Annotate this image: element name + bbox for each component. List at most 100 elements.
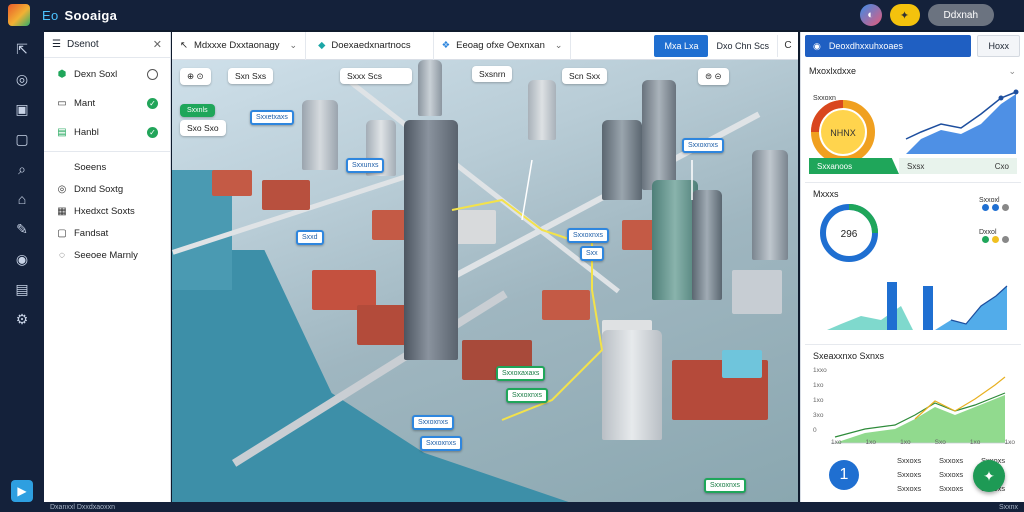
tools-icon[interactable]: ✎ <box>13 220 31 238</box>
building-icon: ▦ <box>57 205 67 217</box>
map-callout-green[interactable]: Sxxoxaxaxs <box>496 366 546 381</box>
image-icon[interactable]: ▤ <box>13 280 31 298</box>
close-icon[interactable]: ✕ <box>153 38 162 51</box>
refresh-button[interactable]: C <box>778 40 798 51</box>
filter-chip[interactable]: Sxxx Scs <box>340 68 412 84</box>
layer-chip[interactable]: Sxn Sxs <box>228 68 274 84</box>
y-axis-ticks: 1xxo 1xo 1xo 3xo 0 <box>813 363 827 438</box>
nav-item-scenes[interactable]: Soeens <box>44 156 170 178</box>
zoom-control[interactable]: ⊕ ⊙ <box>180 68 211 85</box>
chevron-down-icon: ⌄ <box>289 40 298 50</box>
notification-icon[interactable]: ✦ <box>889 4 920 26</box>
gauge-label: Sxxoxn <box>813 95 836 102</box>
dashboard-button-label: Deoxdhxxuhxoaes <box>828 41 903 51</box>
document-icon[interactable]: ▢ <box>13 130 31 148</box>
progress-right: Cxo <box>994 161 1009 171</box>
legend-2: Dxxol <box>979 229 1009 245</box>
map-callout[interactable]: Sxxoxnxs <box>682 138 724 153</box>
check-icon[interactable]: ✓ <box>147 98 158 109</box>
data-icon: ◆ <box>318 40 326 51</box>
location-icon[interactable]: ◎ <box>13 70 31 88</box>
assistant-fab[interactable]: ✦ <box>973 460 1005 492</box>
layer-toggle[interactable] <box>147 69 158 80</box>
dropdown-view[interactable]: ↖ Mdxxxe Dxxtaonagy ⌄ <box>172 31 307 60</box>
map-callout-green[interactable]: Sxxoxnxs <box>506 388 548 403</box>
dropdown-style-label: Eeoag ofxe Oexnxan <box>456 40 545 51</box>
panel-menu-icon[interactable]: ☰ <box>52 39 61 50</box>
nav-item-label: Dxnd Soxtg <box>74 183 124 195</box>
map-icon: ▭ <box>57 98 67 109</box>
bar <box>923 286 933 330</box>
account-button[interactable]: Ddxnah <box>927 4 994 26</box>
check-icon[interactable]: ✓ <box>147 127 158 138</box>
summary-cell: Sxxoxs <box>897 484 922 493</box>
layer-item-map[interactable]: ▭ Mant ✓ <box>44 89 170 118</box>
dropdown-style[interactable]: ❖ Eeoag ofxe Oexnxan ⌄ <box>434 31 572 60</box>
chevron-down-icon[interactable]: ⌄ <box>1008 66 1016 77</box>
share-icon[interactable]: ⇱ <box>13 40 31 58</box>
legend-dot-icon <box>1002 236 1009 243</box>
app-logo[interactable] <box>8 4 30 26</box>
trend-chart <box>831 376 1011 444</box>
layer-item-base[interactable]: ⬢ Dexn Soxl <box>44 60 170 89</box>
nav-item-label: Soeens <box>74 161 107 173</box>
globe-icon[interactable]: ◐ <box>859 4 882 26</box>
city-map-3d[interactable]: ⊕ ⊙ Sxn Sxs Sxxx Scs Sxsnrn Scn Sxx ⊜ ⊝ … <box>172 60 798 502</box>
map-callout[interactable]: Sxxoxnxs <box>567 228 609 243</box>
map-callout[interactable]: Sxxoxnxs <box>420 436 462 451</box>
layers-icon[interactable]: ▣ <box>13 100 31 118</box>
layers-icon: ▤ <box>57 127 67 138</box>
legend-dot-icon <box>992 236 999 243</box>
nav-item-messages[interactable]: ◌ Seeoee Marnly <box>44 244 170 266</box>
settings-icon[interactable]: ⚙ <box>13 310 31 328</box>
nav-item-label: Seeoee Marnly <box>74 249 138 261</box>
map-callout[interactable]: Sxxetxaxs <box>250 110 294 125</box>
progress-track: Sxsx Cxo <box>899 158 1017 174</box>
view-chip[interactable]: ⊜ ⊝ <box>698 68 729 85</box>
primary-toolbar-button[interactable]: Mxa Lxa <box>654 34 709 57</box>
nav-item-buildings[interactable]: ▦ Hxedxct Soxts <box>44 200 170 222</box>
analytics-panel: ◉ Deoxdhxxuhxoaes Hoxx Mxoxlxdxxe ⌄ Sxxo… <box>800 32 1024 502</box>
map-callout[interactable]: Sxxunxs <box>346 158 385 173</box>
map-callout[interactable]: Sxxoxnxs <box>412 415 454 430</box>
y-tick: 0 <box>813 427 817 434</box>
pointer-icon: ↖ <box>180 40 188 51</box>
y-tick: 1xo <box>813 382 824 389</box>
layer-item-buildings[interactable]: ▤ Hanbl ✓ <box>44 118 170 147</box>
app-title: Eo Sooaiga <box>42 8 117 23</box>
segment-control[interactable]: Dxo Chn Scs <box>708 34 778 57</box>
route-overlay <box>451 159 693 421</box>
layer-panel-header: ☰ Dsenot ✕ <box>44 32 170 58</box>
play-icon[interactable]: ▶ <box>11 480 33 502</box>
camera-icon[interactable]: ◉ <box>13 250 31 268</box>
chat-icon: ◌ <box>59 249 65 261</box>
search-icon[interactable]: ⌕ <box>13 160 31 178</box>
tag-chip-value[interactable]: Sxo Sxo <box>180 120 226 136</box>
nav-rail: ⇱ ◎ ▣ ▢ ⌕ ⌂ ✎ ◉ ▤ ⚙ ▶ <box>0 30 44 512</box>
globe-icon: ⬢ <box>57 69 67 80</box>
secondary-button[interactable]: Hoxx <box>977 35 1020 57</box>
dropdown-data-label: Doexaedxnartnocs <box>331 40 411 51</box>
y-tick: 3xo <box>813 412 824 419</box>
status-bar: Dxanxxl Dxxdxaoxxn Sxxnx <box>44 502 1024 512</box>
map-callout[interactable]: Sxx <box>580 246 604 261</box>
nav-item-points[interactable]: ◎ Dxnd Soxtg <box>44 178 170 200</box>
mode-chip[interactable]: Scn Sxx <box>562 68 608 84</box>
nav-item-files[interactable]: ▢ Fandsat <box>44 222 170 244</box>
tag-chip-title[interactable]: Sxxnls <box>180 104 215 117</box>
analytics-header: ◉ Deoxdhxxuhxoaes Hoxx <box>801 32 1024 60</box>
x-tick: 1xo <box>969 439 981 446</box>
control-chip[interactable]: Sxsnrn <box>472 66 513 82</box>
brand-prefix: Eo <box>42 7 59 23</box>
summary-cell: Sxxoxs <box>897 470 922 479</box>
home-icon[interactable]: ⌂ <box>13 190 31 208</box>
map-callout-green[interactable]: Sxxoxnxs <box>704 478 746 493</box>
map-callout[interactable]: Sxxd <box>296 230 324 245</box>
x-axis-ticks: 1xo 1xo 1xo Sxo 1xo 1xo <box>831 439 1015 446</box>
dropdown-data[interactable]: ◆ Doexaedxnartnocs <box>306 31 434 60</box>
chevron-down-icon: ⌄ <box>554 40 563 50</box>
x-tick: 1xo <box>900 439 911 446</box>
dashboard-button[interactable]: ◉ Deoxdhxxuhxoaes <box>805 35 972 57</box>
x-tick: 1xo <box>865 439 877 446</box>
legend-1: Sxxoxl <box>979 197 1009 213</box>
